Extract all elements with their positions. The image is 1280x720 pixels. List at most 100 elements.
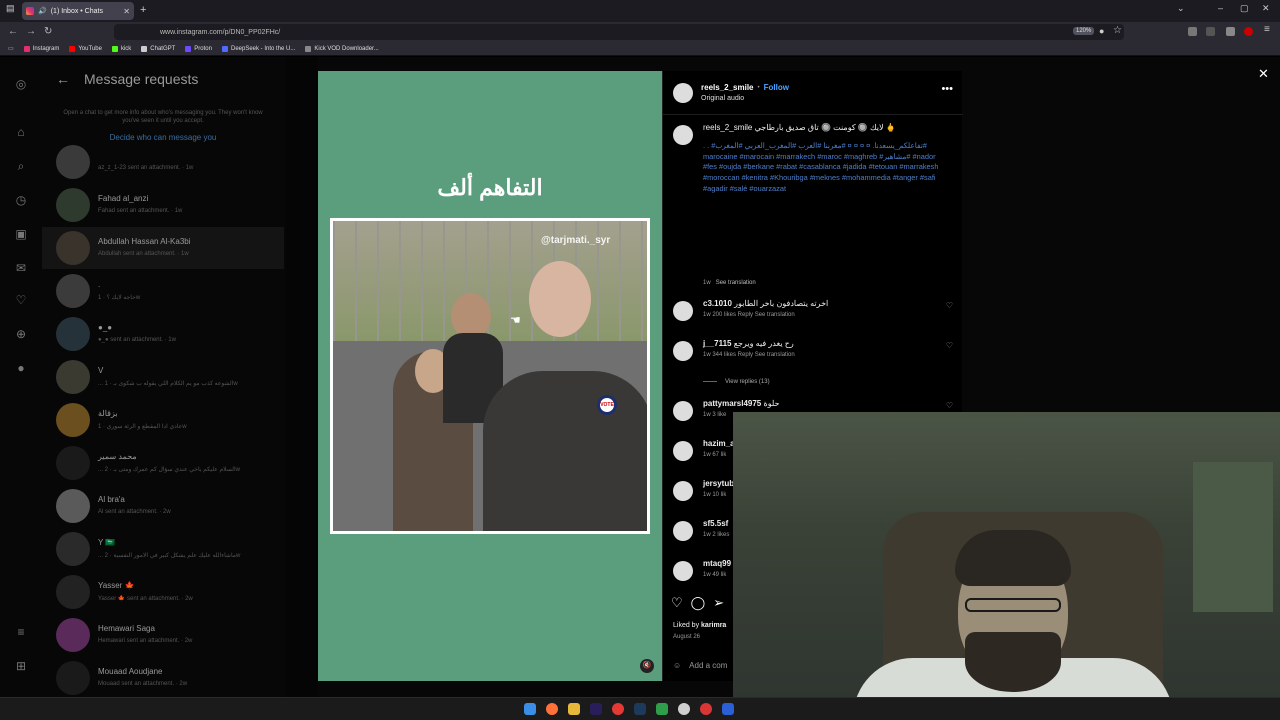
speaker-icon[interactable]: 🔊 xyxy=(38,7,47,15)
maximize-icon[interactable]: ▢ xyxy=(1240,3,1249,14)
explore-icon[interactable]: ◷ xyxy=(14,193,28,207)
blue-app-icon[interactable] xyxy=(722,703,734,715)
comment-user[interactable]: hazim_al xyxy=(703,439,737,448)
comment-user[interactable]: sf5.5sf xyxy=(703,519,728,528)
bookmark-folder-icon[interactable]: ▭ xyxy=(8,45,14,52)
follow-button[interactable]: Follow xyxy=(764,83,789,92)
more-options-icon[interactable]: ••• xyxy=(941,83,953,95)
thread-item[interactable]: Fahad al_anzi Fahad sent an attachment. ·… xyxy=(42,184,284,226)
comment-avatar[interactable] xyxy=(673,401,693,421)
create-icon[interactable]: ⊕ xyxy=(14,327,28,341)
extensions-puzzle-icon[interactable] xyxy=(1206,27,1215,36)
also-from-meta-icon[interactable]: ⊞ xyxy=(14,659,28,673)
comment-user[interactable]: pattymarsl4975 xyxy=(703,399,761,408)
comment-avatar[interactable] xyxy=(673,341,693,361)
close-modal-icon[interactable]: ✕ xyxy=(1258,66,1269,82)
thread-item[interactable]: V ... الشوعه كذب مو يم الكلام اللي يقوله … xyxy=(42,356,284,398)
comment-avatar[interactable] xyxy=(673,481,693,501)
forward-icon[interactable]: → xyxy=(26,26,36,37)
thread-item[interactable]: ●_● ●_● sent an attachment. · 1w xyxy=(42,313,284,355)
thread-item[interactable]: بزقالة عادي ادا المقطع و الرئة سوري · 1w xyxy=(42,399,284,441)
comment-icon[interactable]: ◯ xyxy=(691,595,706,611)
comment-avatar[interactable] xyxy=(673,301,693,321)
bookmark-proton[interactable]: Proton xyxy=(185,45,212,52)
url-bar[interactable]: www.instagram.com/p/DN0_PP02FHc/ xyxy=(114,24,1124,40)
thread-item[interactable]: Al bra'a Al sent an attachment. · 2w xyxy=(42,485,284,527)
thread-avatar xyxy=(56,532,90,566)
caption-hashtags[interactable]: . . #تفاعلكم_يسعدنا. ¤ ¤ ¤ ¤ #مغربنا #ال… xyxy=(703,141,943,195)
thread-item[interactable]: Hemawari Saga Hemawari sent an attachment… xyxy=(42,614,284,656)
bookmark-star-icon[interactable]: ☆ xyxy=(1113,25,1122,36)
caption-see-translation[interactable]: See translation xyxy=(716,280,756,286)
after-effects-icon[interactable] xyxy=(634,703,646,715)
premiere-icon[interactable] xyxy=(590,703,602,715)
like-icon[interactable]: ♡ xyxy=(671,595,683,611)
bookmark-youtube[interactable]: YouTube xyxy=(69,45,102,52)
caption-avatar[interactable] xyxy=(673,125,693,145)
back-icon[interactable]: ← xyxy=(8,26,18,37)
share-icon[interactable]: ➢ xyxy=(713,595,724,611)
file-explorer-icon[interactable] xyxy=(568,703,580,715)
thread-item[interactable]: az_z_1-23 sent an attachment. · 1w xyxy=(42,141,284,183)
tab-list-icon[interactable]: ⌄ xyxy=(1177,3,1185,14)
emoji-icon[interactable]: ☺ xyxy=(673,661,681,670)
comment-avatar[interactable] xyxy=(673,521,693,541)
reels-icon[interactable]: ▣ xyxy=(14,227,28,241)
thread-item[interactable]: Mouaad Aoudjane Mouaad sent an attachment… xyxy=(42,657,284,699)
record-extension-icon[interactable] xyxy=(1244,27,1253,36)
comment-like-icon[interactable]: ♡ xyxy=(946,341,953,350)
comment-user[interactable]: mtaq99 xyxy=(703,559,731,568)
browser-menu-icon[interactable]: ▤ xyxy=(6,3,15,14)
thread-item[interactable]: . حاجه لايك ؟ · 1w xyxy=(42,270,284,312)
bookmark-deepseek[interactable]: DeepSeek - Into the U... xyxy=(221,45,295,52)
minimize-icon[interactable]: – xyxy=(1218,3,1223,13)
thread-item[interactable]: Abdullah Hassan Al-Ka3bi Abdullah sent an… xyxy=(42,227,284,269)
bookmark-chatgpt[interactable]: ChatGPT xyxy=(141,45,175,52)
profile-avatar-icon[interactable]: ● xyxy=(14,361,28,375)
post-media[interactable]: التفاهم ألف @tarjmati._syr VOTE 🔇 xyxy=(318,71,662,681)
instagram-logo-icon[interactable]: ◎ xyxy=(14,77,28,91)
comment-avatar[interactable] xyxy=(673,561,693,581)
toggle-icon[interactable]: ● xyxy=(1099,26,1104,36)
more-menu-icon[interactable]: ≡ xyxy=(14,625,28,639)
bookmark-kick[interactable]: kick xyxy=(111,45,131,52)
window-close-icon[interactable]: ✕ xyxy=(1262,3,1270,14)
new-tab-icon[interactable]: + xyxy=(140,4,146,16)
start-icon[interactable] xyxy=(524,703,536,715)
comment-like-icon[interactable]: ♡ xyxy=(946,301,953,310)
comment-user[interactable]: j__7115 xyxy=(703,339,731,348)
extension-icon[interactable] xyxy=(1188,27,1197,36)
mute-icon[interactable]: 🔇 xyxy=(640,659,654,673)
add-comment-input[interactable]: Add a com xyxy=(689,661,727,670)
obs-icon[interactable] xyxy=(700,703,712,715)
firefox-icon[interactable] xyxy=(546,703,558,715)
comment-user[interactable]: c3.1010 xyxy=(703,299,732,308)
thread-item[interactable]: محمد سمير ... السلام عليكم ياخي عندي سؤال… xyxy=(42,442,284,484)
comment-avatar[interactable] xyxy=(673,441,693,461)
browser-tab-instagram[interactable]: 🔊 (1) Inbox • Chats ✕ xyxy=(22,2,134,20)
extension-2-icon[interactable] xyxy=(1226,27,1235,36)
original-audio-link[interactable]: Original audio xyxy=(701,95,744,102)
thread-item[interactable]: Yasser 🍁 Yasser 🍁 sent an attachment. · 2… xyxy=(42,571,284,613)
bookmark-kick-vod[interactable]: Kick VOD Downloader... xyxy=(305,45,379,52)
zoom-level[interactable]: 120% xyxy=(1073,27,1095,35)
video-frame[interactable]: @tarjmati._syr VOTE xyxy=(330,218,650,534)
author-username[interactable]: reels_2_smile xyxy=(701,83,754,92)
thread-item[interactable]: Y 🇸🇦 ... ماشاءالله عليك علم يشكل كبير في … xyxy=(42,528,284,570)
view-replies-button[interactable]: View replies (13) xyxy=(703,379,770,385)
app-icon[interactable] xyxy=(678,703,690,715)
reload-icon[interactable]: ↻ xyxy=(44,26,52,37)
bookmark-instagram[interactable]: Instagram xyxy=(23,45,59,52)
record-app-icon[interactable] xyxy=(612,703,624,715)
notifications-icon[interactable]: ♡ xyxy=(14,293,28,307)
messages-icon[interactable]: ✉ xyxy=(14,261,28,275)
home-icon[interactable]: ⌂ xyxy=(14,125,28,139)
liked-by-user[interactable]: karimra xyxy=(701,622,726,629)
author-avatar[interactable] xyxy=(673,83,693,103)
comment-like-icon[interactable]: ♡ xyxy=(946,401,953,410)
green-app-icon[interactable] xyxy=(656,703,668,715)
tab-close-icon[interactable]: ✕ xyxy=(123,7,130,16)
back-arrow-icon[interactable]: ← xyxy=(56,71,70,87)
menu-icon[interactable]: ≡ xyxy=(1264,24,1270,35)
search-icon[interactable]: ⌕ xyxy=(14,159,28,173)
